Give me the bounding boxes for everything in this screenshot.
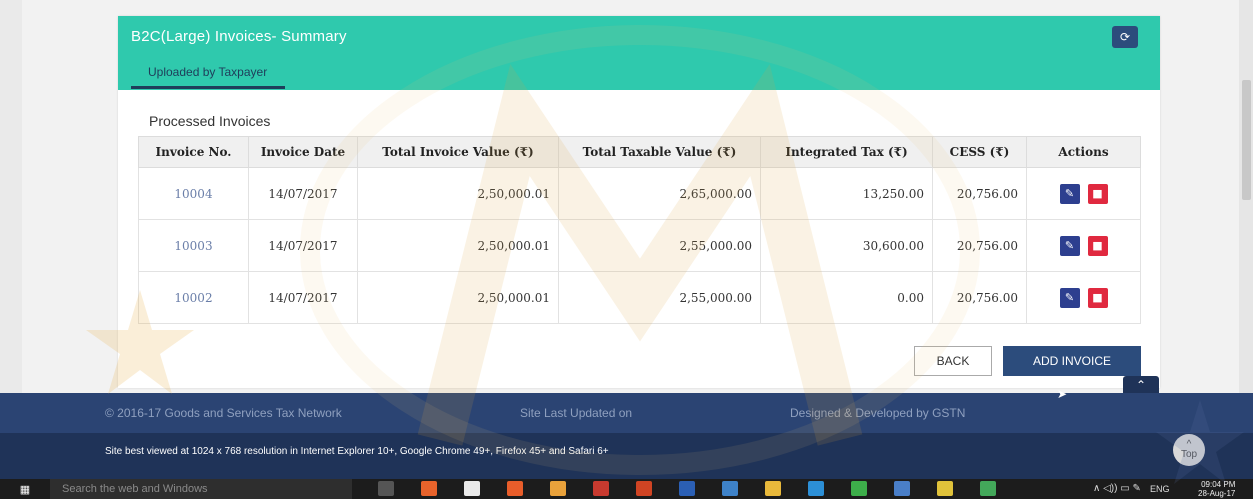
column-header: Invoice No. [138,136,249,168]
system-tray-icons[interactable]: ∧ ◁)) ▭ ✎ [1093,483,1141,494]
invoice-value: 2,50,000.01 [357,167,559,220]
edit-button[interactable]: ✎ [1059,235,1080,256]
word-icon[interactable] [679,481,695,496]
green-app-icon[interactable] [851,481,867,496]
invoices-table: Invoice No. Invoice Date Total Invoice V… [138,136,1141,324]
mail-icon[interactable] [722,481,738,496]
left-gutter [0,0,22,393]
column-header: Total Taxable Value (₹) [558,136,761,168]
trash-icon: ■ [1092,239,1103,252]
back-button[interactable]: BACK [914,346,992,376]
back-to-top-button[interactable]: ^ Top [1173,434,1205,466]
delete-button[interactable]: ■ [1087,287,1108,308]
mouse-cursor-icon: ➤ [1057,387,1068,401]
language-indicator[interactable]: ENG [1150,484,1170,494]
tab-uploaded-by-taxpayer[interactable]: Uploaded by Taxpayer [131,58,286,89]
pencil-icon: ✎ [1064,291,1075,304]
file-explorer-icon[interactable] [765,481,781,496]
trash-icon: ■ [1092,291,1103,304]
column-header: Total Invoice Value (₹) [357,136,559,168]
trash-icon: ■ [1092,187,1103,200]
integrated-tax: 13,250.00 [760,167,933,220]
windows-taskbar: ▦ Search the web and Windows ∧ ◁)) ▭ ✎ E… [0,479,1253,499]
actions-cell: ✎ ■ [1026,219,1141,272]
firefox-icon[interactable] [421,481,437,496]
invoice-number-link[interactable]: 10003 [138,219,249,272]
pencil-icon: ✎ [1064,187,1075,200]
add-invoice-button[interactable]: ADD INVOICE [1003,346,1141,376]
best-viewed-text: Site best viewed at 1024 x 768 resolutio… [105,446,609,457]
chevron-up-icon: ⌃ [1135,378,1147,392]
footer-edge [0,470,1253,479]
footer-bottom: Site best viewed at 1024 x 768 resolutio… [0,433,1253,470]
designed-by-text: Designed & Developed by GSTN [790,406,966,420]
edge-icon[interactable] [808,481,824,496]
cess-value: 20,756.00 [932,271,1027,324]
taskbar-apps [378,481,1023,496]
invoice-date: 14/07/2017 [248,219,358,272]
refresh-button[interactable]: ⟳ [1112,26,1138,48]
camtasia-icon[interactable] [980,481,996,496]
office-icon[interactable] [636,481,652,496]
actions-cell: ✎ ■ [1026,167,1141,220]
copyright-text: © 2016-17 Goods and Services Tax Network [105,406,342,420]
cess-value: 20,756.00 [932,167,1027,220]
page-title: B2C(Large) Invoices- Summary [131,28,347,45]
invoice-value: 2,50,000.01 [357,271,559,324]
taxable-value: 2,55,000.00 [558,271,761,324]
taxable-value: 2,55,000.00 [558,219,761,272]
column-header: Invoice Date [248,136,358,168]
taskbar-search-box[interactable]: Search the web and Windows [50,479,352,499]
table-header-row: Invoice No. Invoice Date Total Invoice V… [138,136,1141,168]
blue-app-icon[interactable] [894,481,910,496]
integrated-tax: 0.00 [760,271,933,324]
column-header: Integrated Tax (₹) [760,136,933,168]
invoice-value: 2,50,000.01 [357,219,559,272]
taskbar-clock[interactable]: 09:04 PM 28-Aug-17 [1198,480,1235,498]
top-label: Top [1180,449,1198,460]
refresh-icon: ⟳ [1119,30,1131,44]
table-row: 10002 14/07/2017 2,50,000.01 2,55,000.00… [138,271,1141,324]
windows-start-button[interactable]: ▦ [0,479,50,499]
card-header: B2C(Large) Invoices- Summary Uploaded by… [118,16,1160,90]
table-row: 10004 14/07/2017 2,50,000.01 2,65,000.00… [138,167,1141,220]
cess-value: 20,756.00 [932,219,1027,272]
chrome-icon[interactable] [507,481,523,496]
vlc-icon[interactable] [550,481,566,496]
task-view-icon[interactable] [378,481,394,496]
store-icon[interactable] [464,481,480,496]
column-header: Actions [1026,136,1141,168]
windows-logo-icon: ▦ [19,483,31,496]
invoice-number-link[interactable]: 10002 [138,271,249,324]
integrated-tax: 30,600.00 [760,219,933,272]
invoice-date: 14/07/2017 [248,271,358,324]
delete-button[interactable]: ■ [1087,235,1108,256]
invoice-summary-card: B2C(Large) Invoices- Summary Uploaded by… [118,16,1160,388]
scrollbar-thumb[interactable] [1242,80,1251,200]
table-row: 10003 14/07/2017 2,50,000.01 2,55,000.00… [138,219,1141,272]
photos-icon[interactable] [937,481,953,496]
invoice-date: 14/07/2017 [248,167,358,220]
clock-time: 09:04 PM [1201,480,1236,489]
scroll-up-tab[interactable]: ⌃ [1123,376,1159,394]
pencil-icon: ✎ [1064,239,1075,252]
actions-cell: ✎ ■ [1026,271,1141,324]
edit-button[interactable]: ✎ [1059,183,1080,204]
delete-button[interactable]: ■ [1087,183,1108,204]
column-header: CESS (₹) [932,136,1027,168]
invoice-number-link[interactable]: 10004 [138,167,249,220]
powerpoint-icon[interactable] [593,481,609,496]
taxable-value: 2,65,000.00 [558,167,761,220]
edit-button[interactable]: ✎ [1059,287,1080,308]
clock-date: 28-Aug-17 [1198,489,1236,498]
site-updated-text: Site Last Updated on [520,406,633,420]
section-heading: Processed Invoices [149,113,271,129]
